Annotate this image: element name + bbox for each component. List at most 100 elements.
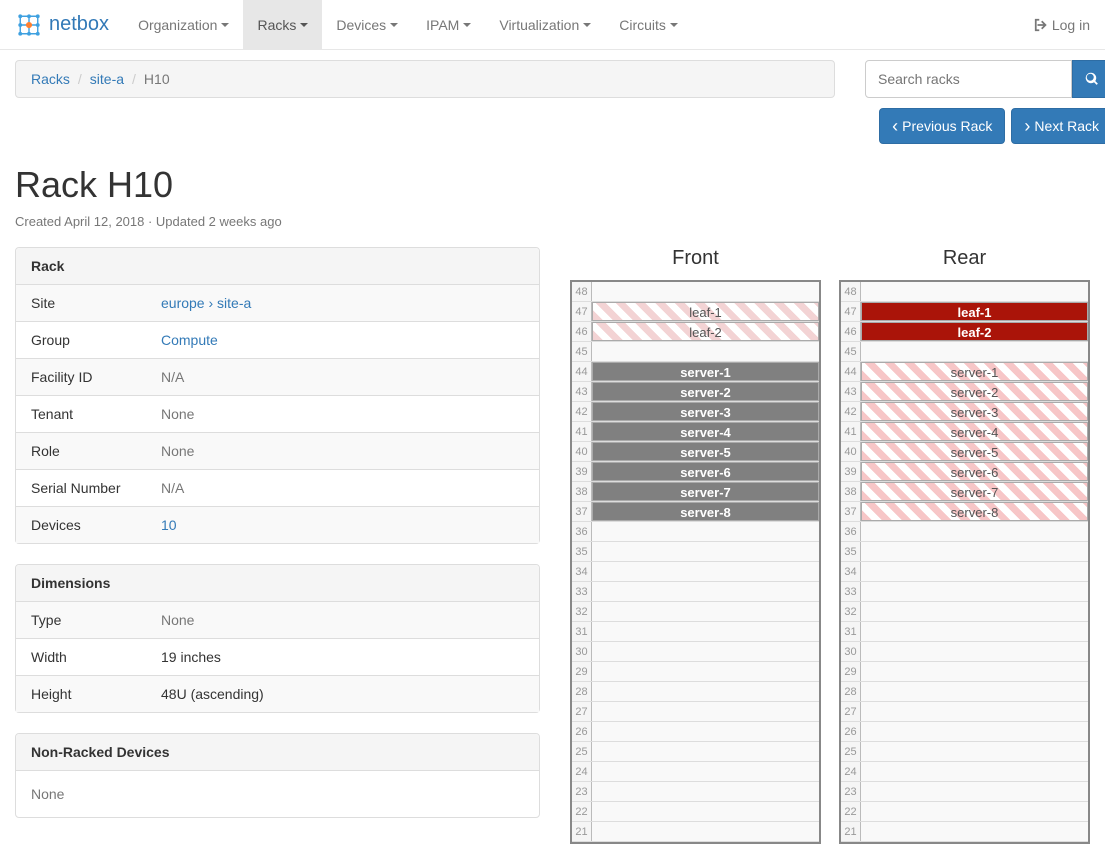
device-leaf-2[interactable]: leaf-2 (861, 322, 1088, 341)
empty-u[interactable] (592, 282, 819, 301)
brand[interactable]: netbox (15, 11, 124, 39)
breadcrumb-site[interactable]: site-a (90, 71, 124, 87)
device-server-7[interactable]: server-7 (592, 482, 819, 501)
previous-rack-button[interactable]: Previous Rack (879, 108, 1005, 144)
empty-u[interactable] (592, 822, 819, 841)
nav-item-devices[interactable]: Devices (322, 0, 412, 50)
empty-u[interactable] (592, 802, 819, 821)
empty-u[interactable] (861, 582, 1088, 601)
empty-u[interactable] (861, 622, 1088, 641)
empty-u[interactable] (592, 622, 819, 641)
u-number: 22 (572, 802, 592, 821)
device-server-4[interactable]: server-4 (861, 422, 1088, 441)
u-number: 42 (572, 402, 592, 421)
u-number: 23 (572, 782, 592, 801)
u-number: 28 (572, 682, 592, 701)
u-number: 34 (572, 562, 592, 581)
nav-item-circuits[interactable]: Circuits (605, 0, 692, 50)
u-number: 27 (572, 702, 592, 721)
u-number: 30 (572, 642, 592, 661)
device-server-2[interactable]: server-2 (592, 382, 819, 401)
device-server-4[interactable]: server-4 (592, 422, 819, 441)
u-number: 43 (572, 382, 592, 401)
login-icon (1034, 18, 1048, 32)
next-rack-button[interactable]: Next Rack (1011, 108, 1105, 144)
empty-u[interactable] (861, 822, 1088, 841)
empty-u[interactable] (861, 602, 1088, 621)
navbar: netbox OrganizationRacksDevicesIPAMVirtu… (0, 0, 1105, 50)
caret-down-icon (221, 23, 229, 27)
empty-u[interactable] (861, 642, 1088, 661)
u-number: 21 (572, 822, 592, 841)
devices-link[interactable]: 10 (161, 517, 177, 533)
region-link[interactable]: europe (161, 295, 205, 311)
empty-u[interactable] (861, 802, 1088, 821)
device-leaf-2[interactable]: leaf-2 (592, 322, 819, 341)
device-server-1[interactable]: server-1 (861, 362, 1088, 381)
device-server-3[interactable]: server-3 (861, 402, 1088, 421)
u-number: 31 (572, 622, 592, 641)
logo-icon (15, 11, 43, 39)
nonracked-panel: Non-Racked Devices None (15, 733, 540, 818)
empty-u[interactable] (592, 762, 819, 781)
empty-u[interactable] (592, 722, 819, 741)
empty-u[interactable] (592, 602, 819, 621)
device-leaf-1[interactable]: leaf-1 (592, 302, 819, 321)
empty-u[interactable] (861, 762, 1088, 781)
device-server-5[interactable]: server-5 (592, 442, 819, 461)
nav-item-organization[interactable]: Organization (124, 0, 243, 50)
empty-u[interactable] (592, 562, 819, 581)
u-number: 48 (572, 282, 592, 301)
empty-u[interactable] (861, 742, 1088, 761)
u-number: 40 (841, 442, 861, 461)
u-number: 42 (841, 402, 861, 421)
empty-u[interactable] (861, 542, 1088, 561)
u-number: 26 (572, 722, 592, 741)
empty-u[interactable] (861, 282, 1088, 301)
nav-item-virtualization[interactable]: Virtualization (485, 0, 605, 50)
empty-u[interactable] (592, 782, 819, 801)
u-number: 32 (572, 602, 592, 621)
u-number: 36 (572, 522, 592, 541)
empty-u[interactable] (861, 702, 1088, 721)
site-link[interactable]: site-a (217, 295, 251, 311)
empty-u[interactable] (861, 342, 1088, 361)
empty-u[interactable] (592, 682, 819, 701)
caret-down-icon (583, 23, 591, 27)
u-number: 38 (841, 482, 861, 501)
device-server-6[interactable]: server-6 (861, 462, 1088, 481)
empty-u[interactable] (861, 662, 1088, 681)
empty-u[interactable] (592, 342, 819, 361)
empty-u[interactable] (592, 642, 819, 661)
empty-u[interactable] (592, 522, 819, 541)
device-server-3[interactable]: server-3 (592, 402, 819, 421)
u-number: 37 (841, 502, 861, 521)
rack-rear: 4847leaf-146leaf-24544server-143server-2… (839, 280, 1090, 844)
login-link[interactable]: Log in (1034, 17, 1090, 33)
search-input[interactable] (865, 60, 1072, 98)
empty-u[interactable] (861, 522, 1088, 541)
device-server-8[interactable]: server-8 (861, 502, 1088, 521)
u-number: 47 (841, 302, 861, 321)
empty-u[interactable] (861, 682, 1088, 701)
device-server-2[interactable]: server-2 (861, 382, 1088, 401)
empty-u[interactable] (592, 662, 819, 681)
nav-item-racks[interactable]: Racks (243, 0, 322, 50)
breadcrumb-racks[interactable]: Racks (31, 71, 70, 87)
group-link[interactable]: Compute (161, 332, 218, 348)
device-server-1[interactable]: server-1 (592, 362, 819, 381)
empty-u[interactable] (861, 782, 1088, 801)
empty-u[interactable] (861, 562, 1088, 581)
device-server-5[interactable]: server-5 (861, 442, 1088, 461)
device-server-7[interactable]: server-7 (861, 482, 1088, 501)
device-leaf-1[interactable]: leaf-1 (861, 302, 1088, 321)
empty-u[interactable] (592, 582, 819, 601)
empty-u[interactable] (592, 742, 819, 761)
search-button[interactable] (1072, 60, 1105, 98)
nav-item-ipam[interactable]: IPAM (412, 0, 485, 50)
empty-u[interactable] (592, 542, 819, 561)
device-server-8[interactable]: server-8 (592, 502, 819, 521)
empty-u[interactable] (592, 702, 819, 721)
device-server-6[interactable]: server-6 (592, 462, 819, 481)
empty-u[interactable] (861, 722, 1088, 741)
